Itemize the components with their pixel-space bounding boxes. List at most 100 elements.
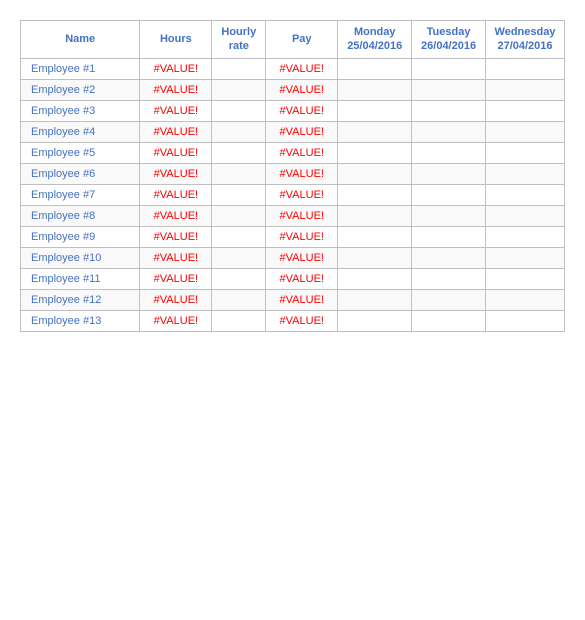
wednesday-value <box>485 247 564 268</box>
table-row: Employee #4#VALUE!#VALUE! <box>21 121 565 142</box>
pay-value: #VALUE! <box>266 184 338 205</box>
employee-name: Employee #3 <box>21 100 140 121</box>
pay-value: #VALUE! <box>266 268 338 289</box>
employee-name: Employee #8 <box>21 205 140 226</box>
tuesday-value <box>412 247 486 268</box>
monday-value <box>338 310 412 331</box>
employee-table: Name Hours Hourly rate Pay Monday 25/04/… <box>20 20 565 332</box>
employee-name: Employee #7 <box>21 184 140 205</box>
pay-value: #VALUE! <box>266 142 338 163</box>
spreadsheet-container: Name Hours Hourly rate Pay Monday 25/04/… <box>20 20 565 332</box>
monday-value <box>338 247 412 268</box>
employee-name: Employee #4 <box>21 121 140 142</box>
tuesday-value <box>412 268 486 289</box>
tuesday-value <box>412 289 486 310</box>
employee-name: Employee #1 <box>21 58 140 79</box>
monday-value <box>338 163 412 184</box>
col-header-hours: Hours <box>140 21 212 59</box>
wednesday-value <box>485 184 564 205</box>
hourly-rate-value <box>212 79 266 100</box>
tuesday-value <box>412 205 486 226</box>
pay-value: #VALUE! <box>266 310 338 331</box>
hourly-rate-value <box>212 226 266 247</box>
hours-value: #VALUE! <box>140 58 212 79</box>
hourly-rate-value <box>212 121 266 142</box>
monday-value <box>338 100 412 121</box>
wednesday-value <box>485 289 564 310</box>
wednesday-value <box>485 163 564 184</box>
col-header-wednesday: Wednesday 27/04/2016 <box>485 21 564 59</box>
hourly-rate-value <box>212 247 266 268</box>
monday-value <box>338 79 412 100</box>
wednesday-value <box>485 310 564 331</box>
tuesday-value <box>412 121 486 142</box>
employee-name: Employee #12 <box>21 289 140 310</box>
pay-value: #VALUE! <box>266 58 338 79</box>
monday-value <box>338 205 412 226</box>
table-row: Employee #10#VALUE!#VALUE! <box>21 247 565 268</box>
hours-value: #VALUE! <box>140 289 212 310</box>
hours-value: #VALUE! <box>140 184 212 205</box>
hours-value: #VALUE! <box>140 142 212 163</box>
monday-value <box>338 289 412 310</box>
hourly-rate-value <box>212 289 266 310</box>
table-row: Employee #3#VALUE!#VALUE! <box>21 100 565 121</box>
hourly-rate-value <box>212 310 266 331</box>
hourly-rate-value <box>212 100 266 121</box>
wednesday-value <box>485 79 564 100</box>
pay-value: #VALUE! <box>266 79 338 100</box>
wednesday-value <box>485 226 564 247</box>
hourly-rate-value <box>212 205 266 226</box>
monday-value <box>338 58 412 79</box>
table-row: Employee #9#VALUE!#VALUE! <box>21 226 565 247</box>
table-row: Employee #13#VALUE!#VALUE! <box>21 310 565 331</box>
table-row: Employee #5#VALUE!#VALUE! <box>21 142 565 163</box>
tuesday-value <box>412 142 486 163</box>
col-header-pay: Pay <box>266 21 338 59</box>
pay-value: #VALUE! <box>266 100 338 121</box>
hours-value: #VALUE! <box>140 268 212 289</box>
hours-value: #VALUE! <box>140 247 212 268</box>
hourly-rate-value <box>212 163 266 184</box>
tuesday-value <box>412 184 486 205</box>
wednesday-value <box>485 268 564 289</box>
wednesday-value <box>485 142 564 163</box>
hours-value: #VALUE! <box>140 79 212 100</box>
monday-value <box>338 268 412 289</box>
hours-value: #VALUE! <box>140 100 212 121</box>
tuesday-value <box>412 310 486 331</box>
hours-value: #VALUE! <box>140 205 212 226</box>
tuesday-value <box>412 79 486 100</box>
employee-name: Employee #2 <box>21 79 140 100</box>
col-header-hourly-rate: Hourly rate <box>212 21 266 59</box>
table-row: Employee #11#VALUE!#VALUE! <box>21 268 565 289</box>
pay-value: #VALUE! <box>266 247 338 268</box>
tuesday-value <box>412 163 486 184</box>
employee-name: Employee #6 <box>21 163 140 184</box>
hours-value: #VALUE! <box>140 163 212 184</box>
employee-name: Employee #11 <box>21 268 140 289</box>
wednesday-value <box>485 205 564 226</box>
tuesday-value <box>412 58 486 79</box>
monday-value <box>338 184 412 205</box>
hours-value: #VALUE! <box>140 310 212 331</box>
employee-name: Employee #10 <box>21 247 140 268</box>
tuesday-value <box>412 100 486 121</box>
col-header-tuesday: Tuesday 26/04/2016 <box>412 21 486 59</box>
pay-value: #VALUE! <box>266 205 338 226</box>
hours-value: #VALUE! <box>140 121 212 142</box>
hours-value: #VALUE! <box>140 226 212 247</box>
col-header-name: Name <box>21 21 140 59</box>
wednesday-value <box>485 58 564 79</box>
employee-name: Employee #13 <box>21 310 140 331</box>
col-header-monday: Monday 25/04/2016 <box>338 21 412 59</box>
pay-value: #VALUE! <box>266 289 338 310</box>
hourly-rate-value <box>212 58 266 79</box>
pay-value: #VALUE! <box>266 163 338 184</box>
pay-value: #VALUE! <box>266 121 338 142</box>
employee-name: Employee #5 <box>21 142 140 163</box>
hourly-rate-value <box>212 268 266 289</box>
table-row: Employee #1#VALUE!#VALUE! <box>21 58 565 79</box>
tuesday-value <box>412 226 486 247</box>
wednesday-value <box>485 121 564 142</box>
